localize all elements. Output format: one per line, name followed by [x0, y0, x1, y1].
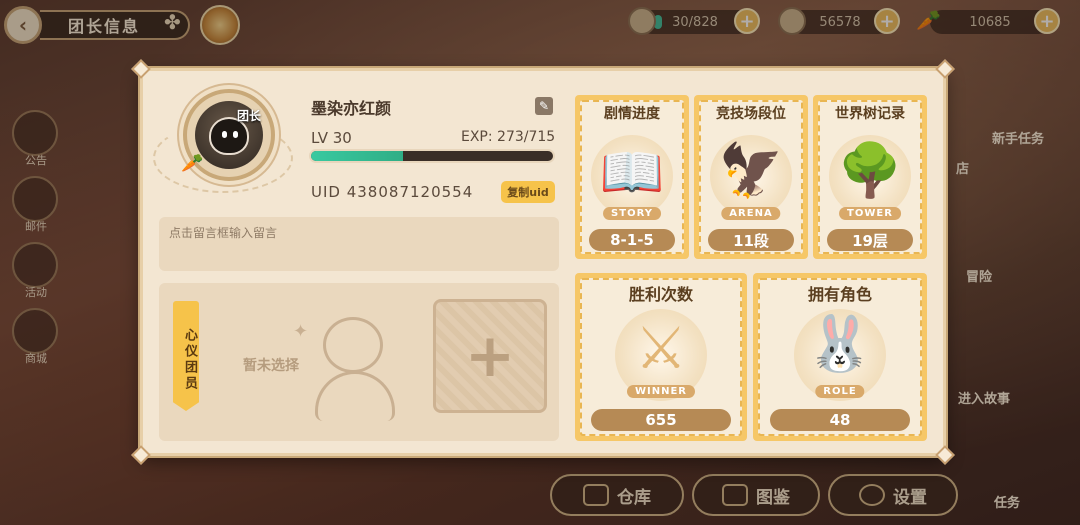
placeholder-body: [315, 371, 395, 421]
carrot-icon: 🥕: [181, 153, 204, 174]
placeholder-character-outline: ✦: [293, 313, 419, 423]
exp-bar: [309, 149, 555, 163]
story-tag: STORY: [603, 207, 661, 220]
arena-rank-card[interactable]: 竞技场段位 🦅 ARENA 11段: [694, 95, 808, 259]
placeholder-head: [323, 317, 383, 373]
arena-value: 11段: [708, 229, 794, 251]
crossed-swords-icon: ⚔: [635, 314, 687, 382]
open-book-icon: 📖: [599, 143, 665, 203]
bunny-girl-icon: 🐰: [806, 312, 874, 375]
tower-tag: TOWER: [839, 207, 901, 220]
wins-card-title: 胜利次数: [628, 285, 693, 304]
story-value: 8-1-5: [589, 229, 675, 251]
avatar-frame[interactable]: 团长 🥕: [181, 89, 275, 181]
arena-tag: ARENA: [721, 207, 781, 220]
eagle-crest-icon: 🦅: [718, 141, 784, 201]
message-input[interactable]: 点击留言框输入留言: [159, 217, 559, 271]
favorite-member-empty-text: 暂未选择: [243, 358, 299, 374]
story-card-title: 剧情进度: [604, 106, 660, 122]
tree-icon: 🌳: [837, 141, 903, 201]
leader-tag: 团长: [237, 109, 262, 123]
roles-card-title: 拥有角色: [807, 285, 872, 304]
wins-value: 655: [591, 409, 731, 431]
wins-tag: WINNER: [626, 385, 696, 398]
player-uid: UID 438087120554: [311, 183, 474, 201]
sparkle-icon: ✦: [293, 321, 309, 342]
favorite-member-panel: 心仪团员 暂未选择 ✦ +: [159, 283, 559, 441]
owned-roles-card[interactable]: 拥有角色 🐰 ROLE 48: [753, 273, 927, 441]
add-favorite-member-button[interactable]: +: [433, 299, 547, 413]
exp-text: EXP: 273/715: [461, 129, 556, 145]
player-name: 墨染亦红颜: [311, 99, 392, 118]
copy-uid-button[interactable]: 复制uid: [501, 181, 555, 203]
tower-value: 19层: [827, 229, 913, 251]
roles-value: 48: [770, 409, 910, 431]
plus-icon: +: [464, 321, 516, 391]
victory-count-card[interactable]: 胜利次数 ⚔ WINNER 655: [575, 273, 747, 441]
tower-card-title: 世界树记录: [835, 106, 905, 122]
player-level: LV 30: [311, 129, 352, 147]
avatar-eye: [222, 131, 227, 138]
favorite-member-ribbon: 心仪团员: [173, 301, 199, 411]
exp-bar-fill: [311, 151, 403, 161]
profile-modal: 团长 🥕 墨染亦红颜 ✎ LV 30 EXP: 273/715 UID 4380…: [131, 59, 955, 465]
world-tree-card[interactable]: 世界树记录 🌳 TOWER 19层: [813, 95, 927, 259]
story-progress-card[interactable]: 剧情进度 📖 STORY 8-1-5: [575, 95, 689, 259]
avatar-eye: [233, 131, 238, 138]
edit-name-icon[interactable]: ✎: [535, 97, 553, 115]
roles-tag: ROLE: [815, 385, 865, 398]
arena-card-title: 竞技场段位: [716, 106, 786, 122]
